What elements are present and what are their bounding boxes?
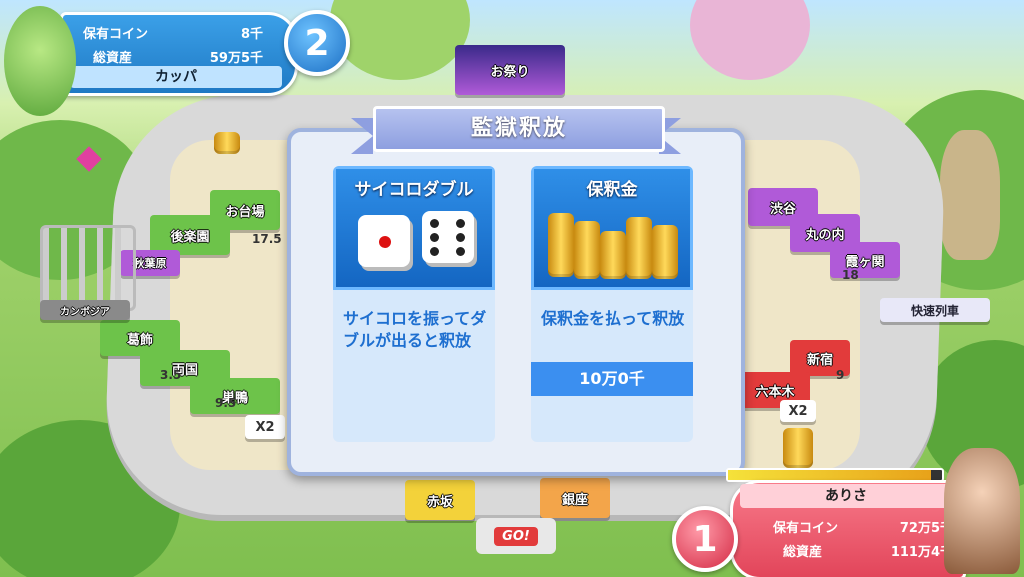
player2-name: カッパ [70,66,282,88]
go-tile[interactable]: GO! [476,518,556,554]
option-dice-double[interactable]: サイコロダブル サイコロを振ってダブルが出ると釈放 [333,166,495,442]
player1-name: ありさ [740,484,952,508]
tile-label: お祭り [490,64,530,80]
tile-price: 3.5 [160,368,182,382]
player2-panel: 保有コイン 8千 総資産 59万5千 カッパ 2 [0,0,350,116]
tile-label: 丸の内 [805,227,845,243]
pip [456,247,465,256]
option-label: 保釈金 [586,180,638,200]
pip [430,233,439,242]
pip [379,236,391,248]
tree-trunk [940,130,1000,260]
go-label: GO! [494,526,538,546]
coins-label: 保有コイン [773,521,839,536]
tile-express-train[interactable]: 快速列車 [880,298,990,322]
jail-release-dialog: 監獄釈放 サイコロダブル サイコロを振ってダブルが出ると釈放 保釈金 保釈金を払… [287,106,745,476]
coin-stack-icon [574,221,600,279]
tile-label: お台場 [225,204,265,220]
bail-cost: 10万0千 [531,362,693,396]
assets-value: 59万5千 [209,51,263,66]
game-scene: お祭り お台場 後楽園 17.5 秋葉原 葛飾 両国 3.5 巣鴨 9.5 X2… [0,0,1024,577]
tile-label: カンボジア [60,306,110,318]
assets-label: 総資産 [93,51,133,66]
player1-rank-badge: 1 [672,506,738,572]
option-header: サイコロダブル [333,166,495,290]
tile-label: 赤坂 [426,494,453,510]
option-label: サイコロダブル [354,180,474,200]
player2-rank-badge: 2 [284,10,350,76]
tile-korakuen[interactable]: 後楽園 [150,215,230,255]
option-description: 保釈金を払って釈放 [541,309,685,328]
tile-label: 葛飾 [126,332,153,348]
multiplier-label: X2 [788,403,808,419]
coin-stack-icon [600,231,626,279]
dice-icon [358,215,410,267]
player1-avatar [944,448,1020,574]
rank-number: 1 [692,518,718,560]
tile-label: 新宿 [806,352,833,368]
tile-label: 後楽園 [170,229,210,245]
tile-price: 18 [842,268,859,282]
coin-stack-icon [214,132,240,154]
option-description: サイコロを振ってダブルが出ると釈放 [343,309,487,350]
option-header: 保釈金 [531,166,693,290]
pip [456,233,465,242]
assets-label: 総資産 [783,545,823,560]
jail-cage [40,225,136,311]
assets-value: 111万4千 [890,545,953,560]
tile-multiplier: X2 [780,400,816,422]
tile-kasumigaseki[interactable]: 霞ヶ関 [830,242,900,278]
dice-icon [422,211,474,263]
tile-ginza[interactable]: 銀座 [540,478,610,518]
pip [430,219,439,228]
tile-price: 9.5 [215,396,237,410]
coin-stack-icon [652,225,678,279]
rank-number: 2 [304,22,330,64]
tile-festival[interactable]: お祭り [455,45,565,95]
coins-value: 8千 [240,27,263,42]
dialog-title: 監獄釈放 [373,106,665,152]
tile-label: 銀座 [561,492,588,508]
coin-stack-icon [626,217,652,279]
player1-panel: 保有コイン 72万5千 総資産 111万4千 ありさ 1 [660,448,1024,577]
bush [330,0,470,80]
tile-jail[interactable]: カンボジア [40,300,130,320]
tile-label: 秋葉原 [133,257,167,270]
coins-value: 72万5千 [899,521,953,536]
tile-price: 9 [836,368,845,382]
coins-label: 保有コイン [83,27,149,42]
tile-akasaka[interactable]: 赤坂 [405,480,475,520]
pip [456,219,465,228]
player2-avatar [4,6,76,116]
coin-stack-icon [548,213,574,277]
tile-label: 六本木 [755,384,795,400]
tile-multiplier: X2 [245,415,285,439]
tile-price: 17.5 [252,232,282,246]
tile-label: 快速列車 [910,303,959,318]
option-bail[interactable]: 保釈金 保釈金を払って釈放 10万0千 [531,166,693,442]
multiplier-label: X2 [255,419,275,435]
tile-label: 霞ヶ関 [845,254,885,270]
flower-bush [690,0,810,80]
ribbon-left [351,118,373,154]
pip [430,247,439,256]
